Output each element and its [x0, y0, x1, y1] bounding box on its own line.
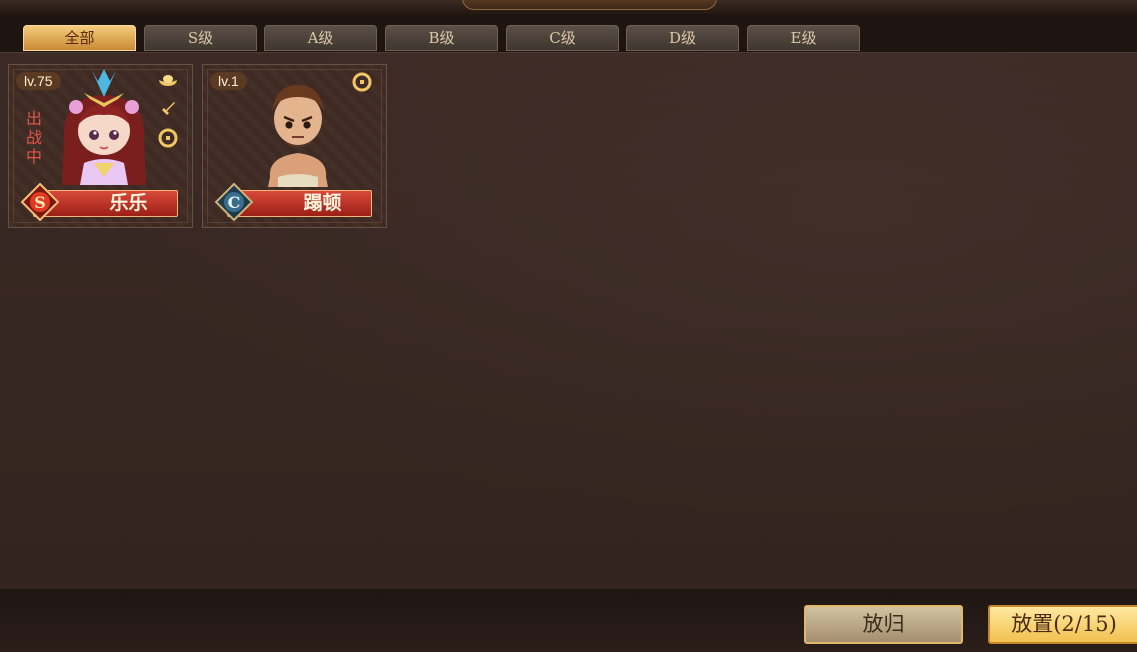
footer-bar	[0, 589, 1137, 652]
tab-grade-d[interactable]: D级	[626, 25, 739, 51]
hero-portrait-tadun	[268, 85, 328, 187]
hero-card[interactable]: lv.75 出战中 乐乐 S	[8, 64, 193, 228]
grade-c-letter: C	[228, 193, 241, 212]
tab-grade-b[interactable]: B级	[385, 25, 498, 51]
tab-all[interactable]: 全部	[23, 25, 136, 51]
copper-coin-icon	[351, 72, 373, 94]
sword-icon	[157, 100, 179, 122]
hero-portrait-lele	[62, 69, 146, 185]
tab-grade-a[interactable]: A级	[264, 25, 377, 51]
hero-level-badge: lv.1	[210, 72, 247, 90]
tab-grade-e[interactable]: E级	[747, 25, 860, 51]
hero-status-label: 出战中	[25, 109, 42, 166]
place-button[interactable]: 放置(2/15)	[988, 605, 1137, 644]
grade-s-letter: S	[34, 193, 46, 212]
release-button[interactable]: 放归	[804, 605, 963, 644]
top-ornament	[462, 0, 717, 10]
hero-level-badge: lv.75	[16, 72, 61, 90]
gold-ingot-icon	[157, 72, 179, 94]
tab-grade-s[interactable]: S级	[144, 25, 257, 51]
grade-s-badge: S	[21, 183, 59, 221]
hero-card[interactable]: lv.1 蹋顿 C	[202, 64, 387, 228]
copper-coin-icon	[157, 128, 179, 150]
tab-grade-c[interactable]: C级	[506, 25, 619, 51]
grade-c-badge: C	[215, 183, 253, 221]
